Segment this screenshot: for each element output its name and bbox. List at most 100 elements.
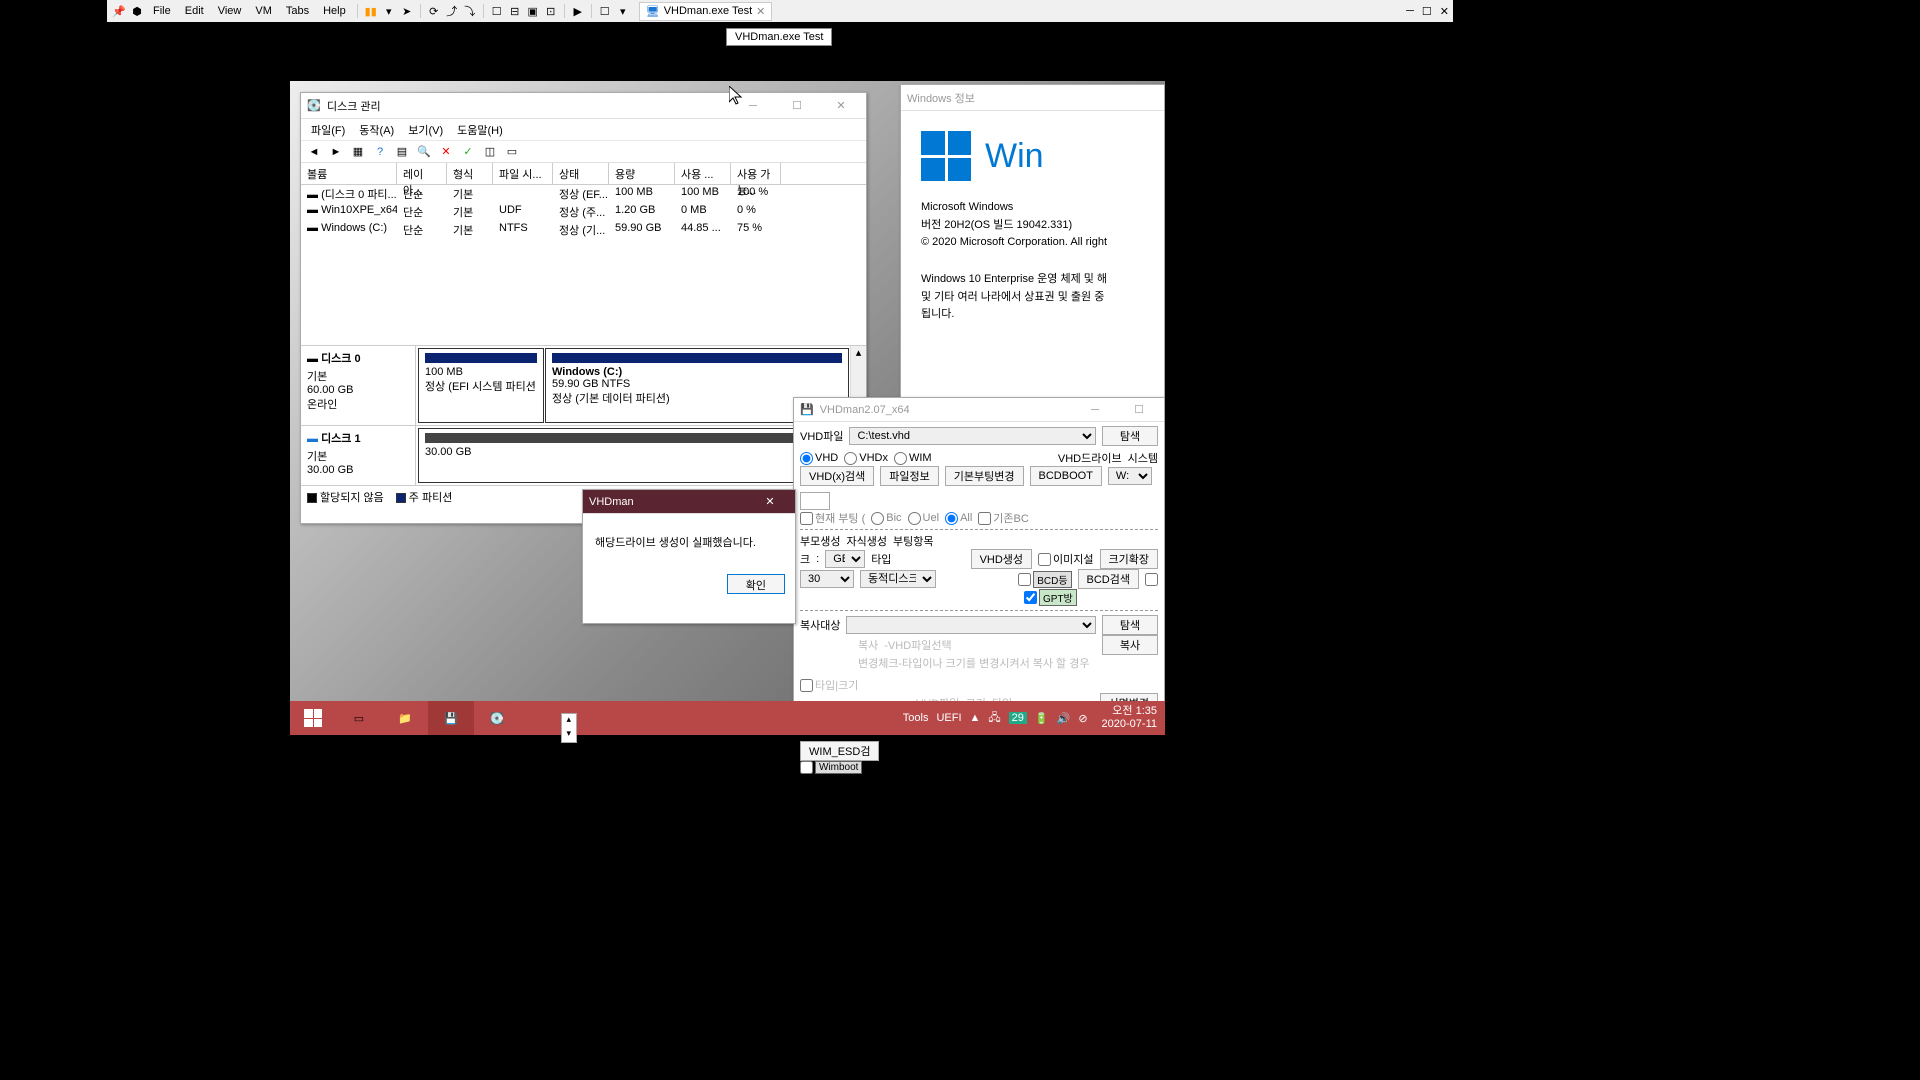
explorer-button[interactable]: 📁: [382, 701, 428, 735]
copytarget-select[interactable]: [846, 616, 1096, 634]
menu-edit[interactable]: Edit: [179, 3, 210, 19]
bcd-check[interactable]: BCD등: [1018, 571, 1071, 588]
col-type[interactable]: 형식: [447, 163, 493, 184]
gpt-check[interactable]: GPT방: [1024, 589, 1077, 606]
minimize-button[interactable]: ─: [734, 95, 772, 117]
all-radio[interactable]: All: [945, 512, 972, 525]
ok-button[interactable]: 확인: [727, 574, 785, 594]
uefi-label[interactable]: UEFI: [936, 712, 961, 724]
tray-icon[interactable]: ▲: [970, 712, 981, 724]
menu-view[interactable]: 보기(V): [402, 120, 449, 140]
layout1-icon[interactable]: ☐: [489, 3, 505, 19]
bic-radio[interactable]: Bic: [871, 512, 901, 525]
menu-file[interactable]: File: [147, 3, 177, 19]
minimize-button[interactable]: ─: [1076, 399, 1114, 421]
dd-icon[interactable]: ▾: [615, 3, 631, 19]
layout4-icon[interactable]: ⊡: [543, 3, 559, 19]
col-status[interactable]: 상태: [553, 163, 609, 184]
vhdxsearch-button[interactable]: VHD(x)검색: [800, 466, 874, 486]
wimesd-button[interactable]: WIM_ESD검: [800, 741, 879, 761]
col-layout[interactable]: 레이아...: [397, 163, 447, 184]
tools-label[interactable]: Tools: [903, 712, 929, 724]
basebc-check[interactable]: 기존BC: [978, 510, 1029, 526]
bcdboot-button[interactable]: BCDBOOT: [1030, 466, 1102, 486]
vhd-radio[interactable]: VHD: [800, 452, 838, 465]
col-fs[interactable]: 파일 시...: [493, 163, 553, 184]
start-button[interactable]: [290, 701, 336, 735]
unit-select[interactable]: GB: [825, 550, 865, 568]
disk-info[interactable]: ▬ 디스크 0 기본 60.00 GB 온라인: [301, 346, 416, 425]
wim-radio[interactable]: WIM: [894, 452, 932, 465]
menu-tabs[interactable]: Tabs: [280, 3, 315, 19]
disktype-select[interactable]: 동적디스크: [860, 570, 936, 588]
check-icon[interactable]: ✓: [459, 143, 477, 161]
disk-info[interactable]: ▬ 디스크 1 기본 30.00 GB: [301, 426, 416, 485]
search-icon[interactable]: 🔍: [415, 143, 433, 161]
bcdsearch-button[interactable]: BCD검색: [1078, 569, 1139, 589]
close-icon[interactable]: ✕: [756, 5, 765, 18]
maximize-button[interactable]: ☐: [778, 95, 816, 117]
close-button[interactable]: ✕: [751, 491, 789, 513]
dropdown-icon[interactable]: ▾: [381, 3, 397, 19]
up-icon[interactable]: ▦: [349, 143, 367, 161]
imaging-check[interactable]: 이미지설: [1038, 551, 1093, 567]
delete-icon[interactable]: ✕: [437, 143, 455, 161]
vhdgen-button[interactable]: VHD생성: [971, 549, 1032, 569]
minimize-icon[interactable]: ─: [1406, 5, 1414, 18]
sizeext-button[interactable]: 크기확장: [1100, 549, 1158, 569]
fullscreen-icon[interactable]: ▶: [570, 3, 586, 19]
sys-input[interactable]: [800, 492, 830, 510]
uel-radio[interactable]: Uel: [908, 512, 940, 525]
battery-icon[interactable]: 🔋: [1035, 712, 1049, 725]
date-badge[interactable]: 29: [1009, 712, 1027, 724]
typesize-check[interactable]: 타입|크기: [800, 677, 858, 693]
pin-icon[interactable]: 📌: [111, 3, 127, 19]
vhdman-taskbar-button[interactable]: 💾: [428, 701, 474, 735]
partition[interactable]: 100 MB 정상 (EFI 시스템 파티션: [418, 348, 544, 423]
size-select[interactable]: 30: [800, 570, 854, 588]
block-icon[interactable]: ⊘: [1078, 712, 1087, 725]
u-check[interactable]: [1145, 573, 1158, 586]
snapshot2-icon[interactable]: ⤴: [444, 3, 460, 19]
menu-help[interactable]: 도움말(H): [451, 120, 509, 140]
titlebar[interactable]: 💾 VHDman2.07_x64 ─ ☐: [794, 398, 1164, 422]
partition[interactable]: 30.00 GB: [418, 428, 849, 483]
close-icon[interactable]: ✕: [1440, 5, 1449, 18]
prop-icon[interactable]: ◫: [481, 143, 499, 161]
table-row[interactable]: ▬ (디스크 0 파티... 단순 기본 정상 (EF... 100 MB 10…: [301, 185, 866, 203]
vhdfile-input[interactable]: C:\test.vhd: [849, 427, 1096, 445]
table-row[interactable]: ▬ Windows (C:) 단순 기본 NTFS 정상 (기... 59.90…: [301, 221, 866, 239]
snapshot3-icon[interactable]: ⤵: [462, 3, 478, 19]
maximize-icon[interactable]: ☐: [1422, 5, 1432, 18]
back-icon[interactable]: ◄: [305, 143, 323, 161]
menu-file[interactable]: 파일(F): [305, 120, 351, 140]
taskview-button[interactable]: ▭: [336, 701, 382, 735]
vhdx-radio[interactable]: VHDx: [844, 452, 888, 465]
menu-help[interactable]: Help: [317, 3, 352, 19]
copy-button[interactable]: 복사: [1102, 635, 1158, 655]
close-button[interactable]: ✕: [822, 95, 860, 117]
bootchange-button[interactable]: 기본부팅변경: [945, 466, 1024, 486]
col-pct[interactable]: 사용 가능...: [731, 163, 781, 184]
pager[interactable]: ▴▾: [561, 713, 577, 743]
fileinfo-button[interactable]: 파일정보: [880, 466, 938, 486]
menu-view[interactable]: View: [212, 3, 248, 19]
help-icon[interactable]: ?: [371, 143, 389, 161]
layout2-icon[interactable]: ⊟: [507, 3, 523, 19]
table-row[interactable]: ▬ Win10XPE_x64... 단순 기본 UDF 정상 (주... 1.2…: [301, 203, 866, 221]
clock[interactable]: 오전 1:35 2020-07-11: [1094, 705, 1165, 731]
browse2-button[interactable]: 탐색: [1102, 615, 1158, 635]
vm-tab[interactable]: 🖥 VHDman.exe Test ✕: [639, 2, 773, 21]
browse-button[interactable]: 탐색: [1102, 426, 1158, 446]
refresh-icon[interactable]: ▤: [393, 143, 411, 161]
wimboot-check[interactable]: Wimboot: [800, 761, 862, 774]
home-icon[interactable]: ⬢: [129, 3, 145, 19]
unity-icon[interactable]: ☐: [597, 3, 613, 19]
currentboot-check[interactable]: 현재 부팅 (: [800, 510, 865, 526]
forward-icon[interactable]: ►: [327, 143, 345, 161]
titlebar[interactable]: VHDman ✕: [583, 490, 795, 514]
col-free[interactable]: 사용 ...: [675, 163, 731, 184]
network-icon[interactable]: 🖧: [988, 709, 1000, 728]
titlebar[interactable]: Windows 정보: [901, 85, 1164, 111]
menu-vm[interactable]: VM: [249, 3, 278, 19]
